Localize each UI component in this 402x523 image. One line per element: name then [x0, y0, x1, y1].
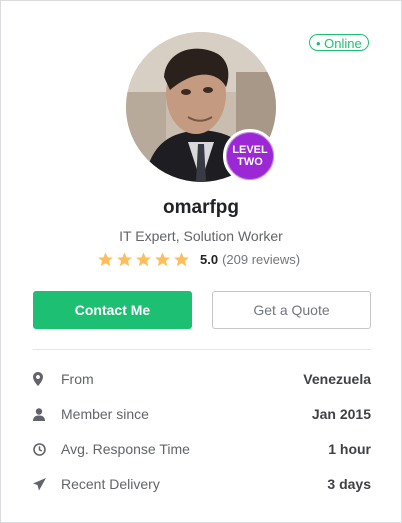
rating: 5.0 (209 reviews) [97, 250, 300, 268]
star-icon [155, 251, 170, 266]
get-a-quote-button[interactable]: Get a Quote [212, 291, 371, 329]
stat-value: 3 days [327, 476, 371, 492]
user-icon [33, 406, 51, 422]
location-pin-icon [33, 371, 51, 387]
stat-value: 1 hour [328, 441, 371, 457]
divider [33, 349, 371, 350]
stat-row-from: From Venezuela [33, 369, 371, 389]
rating-score: 5.0 [200, 251, 219, 267]
seller-profile-card: • Online LEVEL TWO omarfpg IT Expert, So… [0, 0, 402, 523]
tagline: IT Expert, Solution Worker [119, 228, 283, 244]
stat-label: Member since [61, 406, 149, 422]
star-icon [174, 251, 189, 266]
star-icon [117, 251, 132, 266]
stat-row-recent-delivery: Recent Delivery 3 days [33, 474, 371, 494]
online-status-badge: • Online [309, 34, 369, 51]
stat-row-response-time: Avg. Response Time 1 hour [33, 439, 371, 459]
stat-row-member-since: Member since Jan 2015 [33, 404, 371, 424]
stat-label: From [61, 371, 94, 387]
review-count[interactable]: (209 reviews) [222, 252, 300, 267]
stat-label: Avg. Response Time [61, 441, 190, 457]
clock-icon [33, 441, 51, 457]
username[interactable]: omarfpg [1, 197, 401, 219]
level-badge-line1: LEVEL [232, 144, 268, 156]
star-rating [97, 251, 190, 268]
paper-plane-icon [33, 476, 51, 492]
stat-label: Recent Delivery [61, 476, 160, 492]
star-icon [136, 251, 151, 266]
stat-value: Venezuela [303, 371, 371, 387]
level-badge-line2: TWO [237, 156, 263, 168]
stat-value: Jan 2015 [311, 406, 371, 422]
star-icon [98, 251, 113, 266]
level-two-badge: LEVEL TWO [223, 129, 277, 183]
contact-me-button[interactable]: Contact Me [33, 291, 192, 329]
